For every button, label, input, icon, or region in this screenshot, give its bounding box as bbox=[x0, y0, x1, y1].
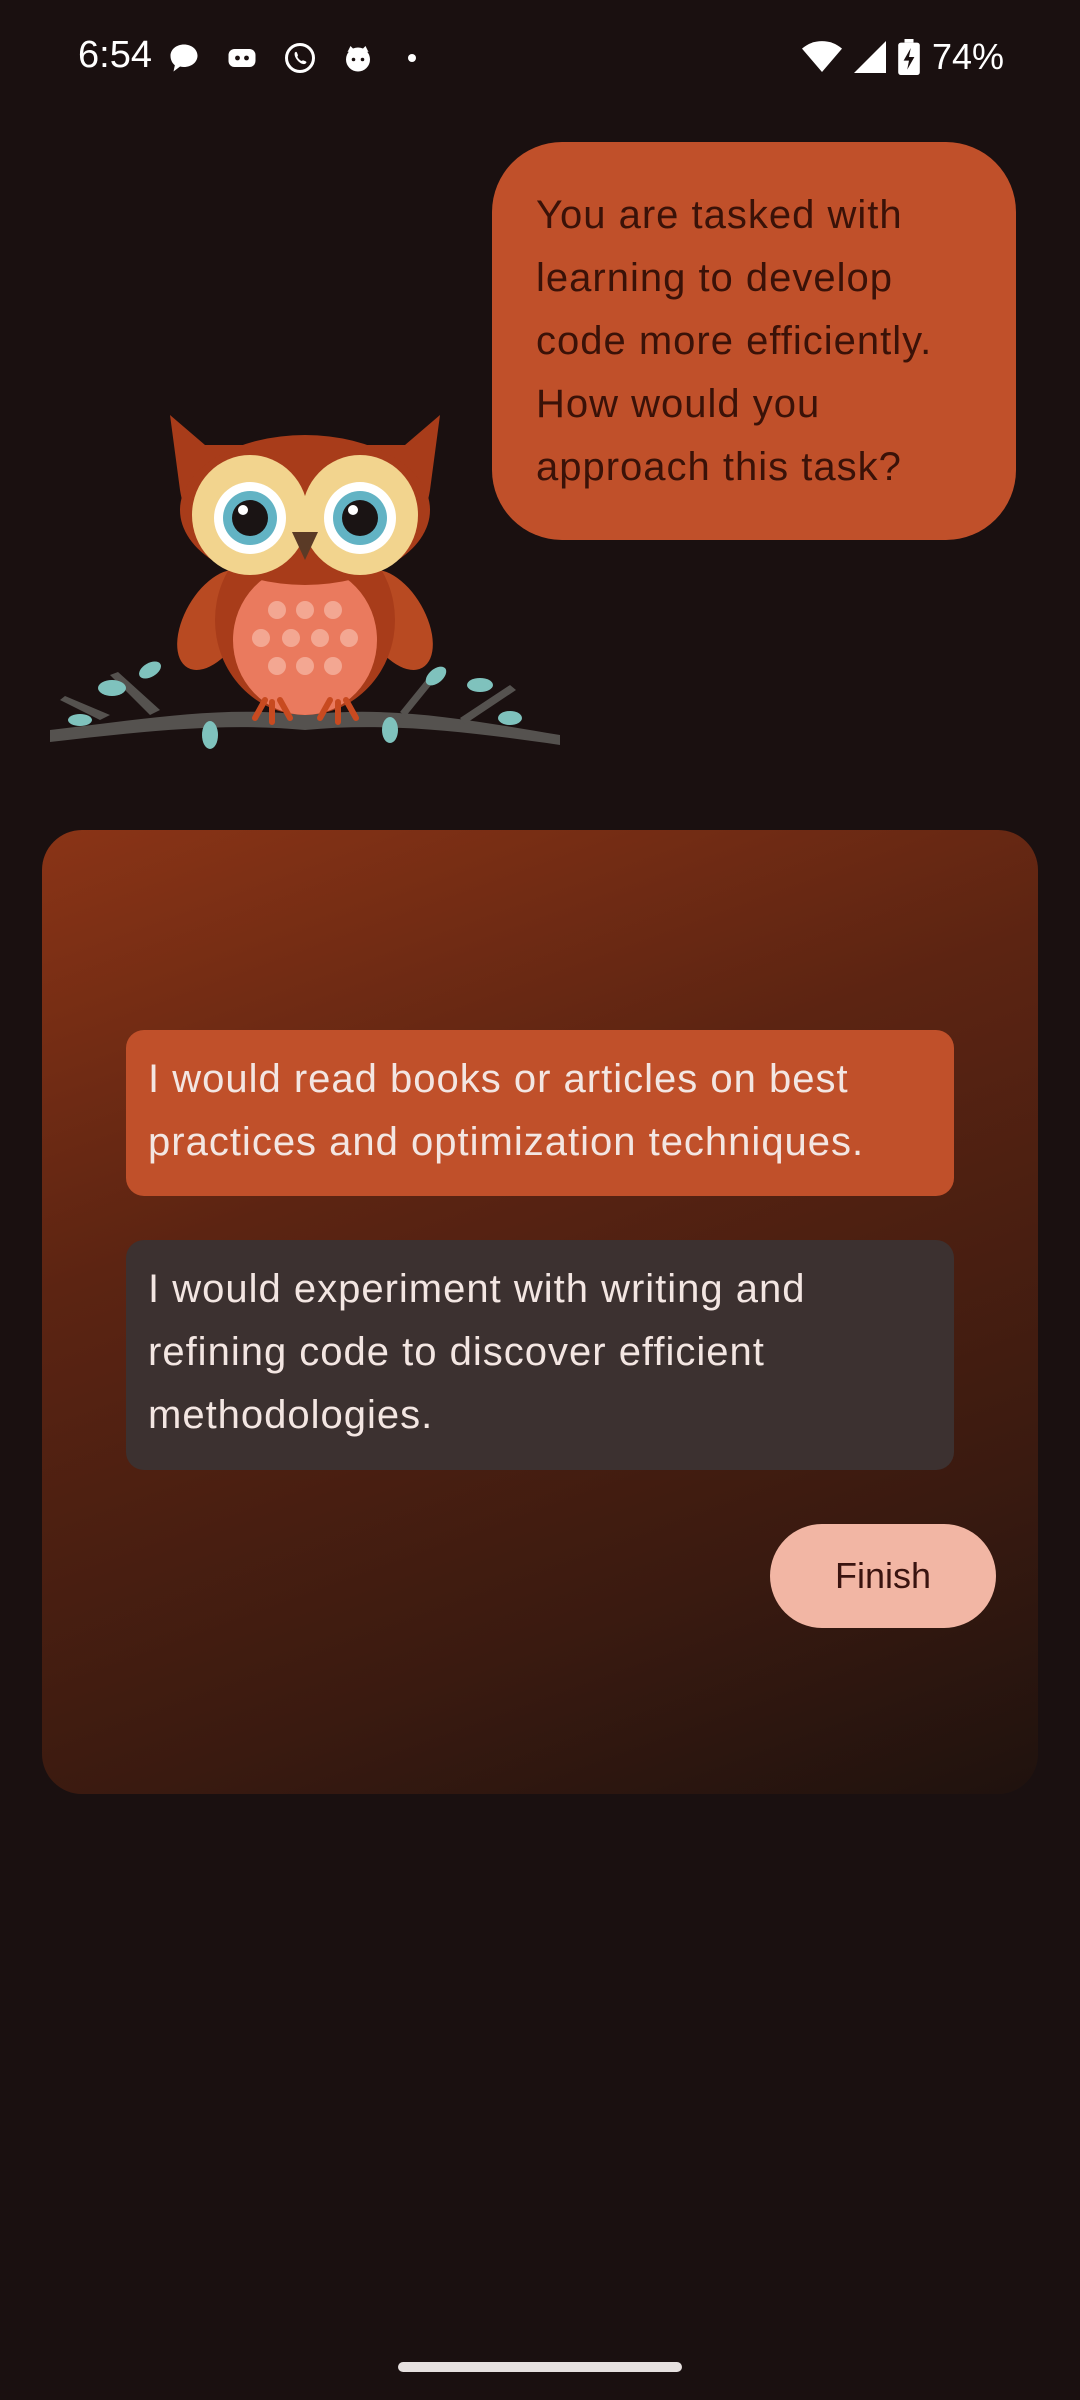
finish-button[interactable]: Finish bbox=[770, 1524, 996, 1628]
signal-icon bbox=[853, 41, 886, 73]
notification-icons bbox=[166, 40, 416, 76]
answer-option-selected[interactable]: I would read books or articles on best p… bbox=[126, 1030, 954, 1196]
system-status: 74% bbox=[801, 36, 1004, 78]
answer-option[interactable]: I would experiment with writing and refi… bbox=[126, 1240, 954, 1470]
home-gesture-bar[interactable] bbox=[398, 2362, 682, 2372]
owl-mascot-illustration bbox=[50, 415, 560, 749]
wifi-icon bbox=[801, 41, 842, 72]
cat-face-icon bbox=[346, 46, 370, 72]
answer-card: I would read books or articles on best p… bbox=[42, 830, 1038, 1794]
battery-charging-icon bbox=[898, 39, 920, 75]
more-dot-icon bbox=[408, 54, 416, 62]
quiz-screen: 6:54 74% You are tasked with learning to… bbox=[0, 0, 1080, 2400]
message-bubble-icon bbox=[170, 44, 198, 72]
discord-icon bbox=[228, 49, 256, 67]
status-bar: 6:54 74% bbox=[0, 0, 1080, 120]
question-speech-bubble: You are tasked with learning to develop … bbox=[492, 142, 1016, 540]
whatsapp-icon bbox=[285, 43, 315, 73]
battery-percentage: 74% bbox=[931, 36, 1004, 77]
status-time: 6:54 bbox=[78, 34, 152, 76]
